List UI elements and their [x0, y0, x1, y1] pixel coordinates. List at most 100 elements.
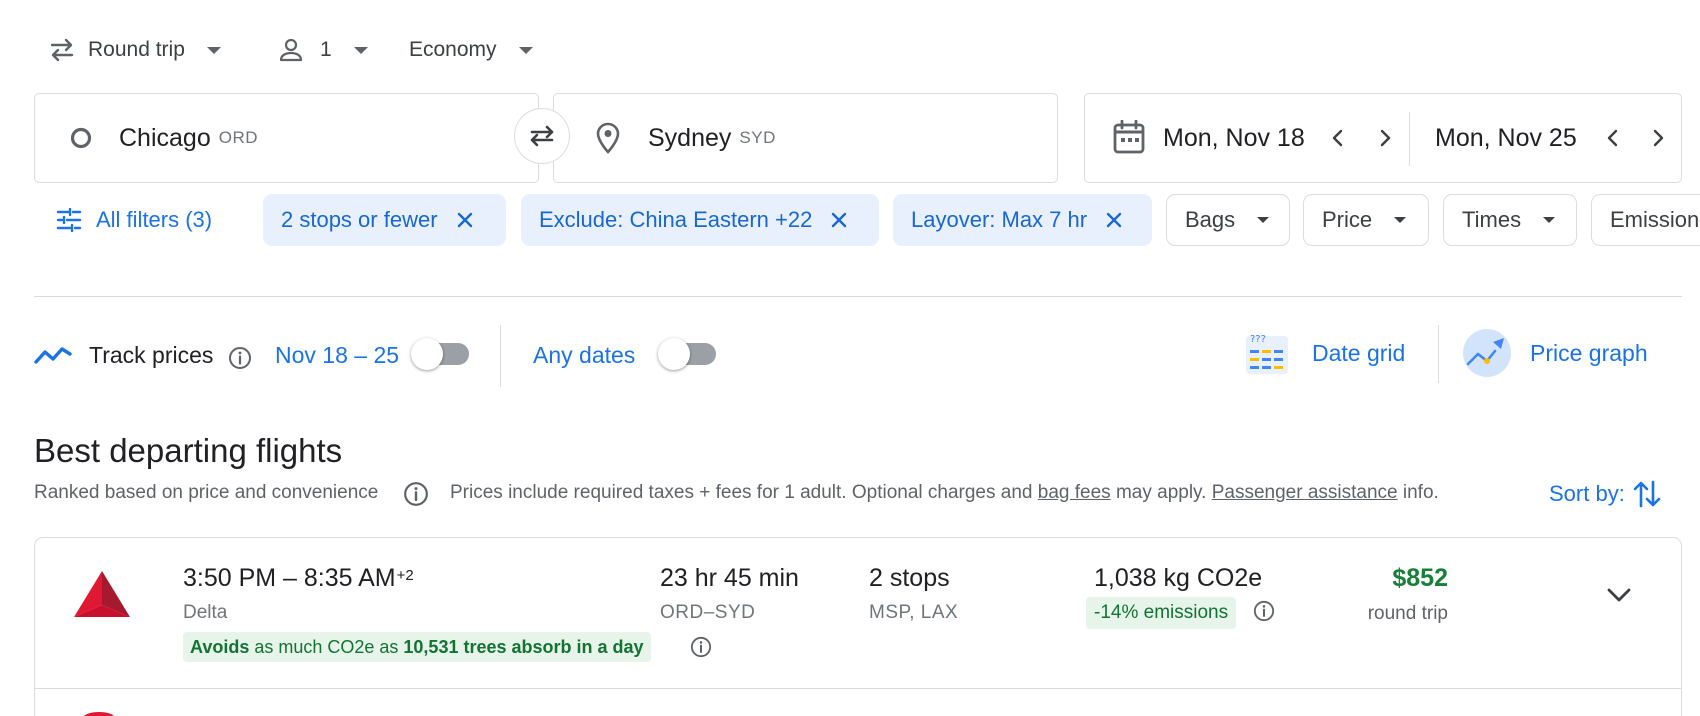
return-next-button[interactable] — [1648, 128, 1668, 148]
origin-code: ORD — [218, 128, 259, 147]
flight-times: 3:50 PM – 8:35 AM+2 — [183, 564, 414, 593]
expand-chevron-icon[interactable] — [1606, 587, 1632, 603]
filter-chip-label: Emissions — [1610, 207, 1700, 232]
filter-chip-label: 2 stops or fewer — [281, 207, 438, 232]
destination-code: SYD — [739, 128, 776, 147]
track-prices-label: Track prices — [89, 342, 214, 368]
any-dates-toggle[interactable] — [658, 338, 716, 370]
prices-note: Prices include required taxes + fees for… — [450, 482, 1439, 504]
chevron-right-icon — [1380, 129, 1391, 147]
flight-stops-via: MSP, LAX — [869, 602, 959, 623]
filter-chip-label: Bags — [1185, 207, 1236, 232]
passengers-select[interactable]: 1 — [278, 30, 368, 70]
swap-locations-button[interactable] — [514, 108, 570, 164]
date-grid-button[interactable]: ??? Date grid — [1244, 330, 1405, 376]
return-date: Mon, Nov 25 — [1435, 124, 1577, 152]
chevron-left-icon — [1607, 129, 1618, 147]
dates-divider — [1409, 112, 1410, 166]
track-dates: Nov 18 – 25 — [275, 342, 400, 368]
depart-date: Mon, Nov 18 — [1163, 124, 1305, 152]
filter-chip-stops[interactable]: 2 stops or fewer — [263, 194, 506, 246]
passenger-assistance-link[interactable]: Passenger assistance — [1212, 482, 1398, 503]
filter-chip-label: Layover: Max 7 hr — [911, 207, 1088, 232]
destination-field[interactable]: Sydney SYD — [553, 93, 1058, 183]
emissions-delta-badge: -14% emissions — [1086, 597, 1237, 629]
depart-prev-button[interactable] — [1328, 128, 1348, 148]
return-prev-button[interactable] — [1603, 128, 1623, 148]
close-icon[interactable] — [456, 211, 474, 229]
sort-arrows-icon — [1633, 480, 1661, 508]
prices-note-text: may apply. — [1115, 482, 1207, 503]
all-filters-button[interactable]: All filters (3) — [38, 194, 230, 246]
chevron-right-icon — [1653, 129, 1664, 147]
sort-by-button[interactable]: Sort by: — [1549, 478, 1663, 510]
track-divider — [500, 325, 501, 387]
location-pin-icon — [596, 122, 620, 154]
swap-arrows-icon — [50, 38, 74, 62]
chevron-down-icon — [1257, 217, 1270, 223]
toggle-knob — [411, 338, 443, 370]
filter-chip-label: Times — [1462, 207, 1522, 232]
tools-divider — [1438, 325, 1439, 383]
eco-badge: Avoids as much CO2e as 10,531 trees abso… — [183, 632, 651, 662]
section-divider — [34, 296, 1682, 297]
track-prices-toggle[interactable] — [411, 338, 469, 370]
filter-chip-price[interactable]: Price — [1303, 194, 1429, 246]
price-type: round trip — [1367, 603, 1448, 624]
trend-line-icon — [34, 347, 72, 364]
flight-time-range: 3:50 PM – 8:35 AM — [183, 564, 396, 592]
next-result-logo-peek — [84, 712, 114, 716]
eco-avoids: Avoids — [190, 636, 250, 657]
any-dates-label: Any dates — [533, 342, 636, 368]
card-row-divider — [34, 688, 1682, 689]
filter-chip-bags[interactable]: Bags — [1166, 194, 1290, 246]
chevron-left-icon — [1332, 129, 1343, 147]
prices-note-text: Prices include required taxes + fees for… — [450, 482, 1033, 503]
airline-name: Delta — [183, 602, 228, 623]
filter-chip-emissions[interactable]: Emissions — [1591, 194, 1700, 246]
ranked-note: Ranked based on price and convenience — [34, 482, 379, 503]
date-grid-icon: ??? — [1246, 334, 1288, 374]
filter-chip-layover[interactable]: Layover: Max 7 hr — [893, 194, 1152, 246]
price-graph-button[interactable]: Price graph — [1462, 328, 1648, 378]
trip-type-select[interactable]: Round trip — [48, 30, 221, 70]
close-icon[interactable] — [830, 211, 848, 229]
passengers-count: 1 — [320, 38, 332, 61]
origin-circle-icon — [70, 127, 92, 149]
dates-field[interactable]: Mon, Nov 18 Mon, Nov 25 — [1084, 93, 1682, 183]
cabin-class-label: Economy — [409, 38, 497, 61]
info-icon[interactable] — [228, 346, 252, 370]
chevron-down-icon — [206, 46, 221, 54]
price-graph-icon — [1463, 329, 1511, 377]
info-icon[interactable] — [403, 481, 429, 507]
cabin-class-select[interactable]: Economy — [409, 30, 533, 70]
filter-chip-times[interactable]: Times — [1443, 194, 1577, 246]
date-grid-label: Date grid — [1312, 339, 1406, 366]
info-icon[interactable] — [690, 636, 712, 658]
close-icon[interactable] — [1105, 211, 1123, 229]
filter-chip-label: Exclude: China Eastern +22 — [539, 207, 813, 232]
tune-icon — [56, 208, 82, 232]
toggle-knob — [658, 338, 690, 370]
all-filters-label: All filters (3) — [96, 207, 213, 232]
delta-logo-icon — [74, 571, 130, 617]
section-title: Best departing flights — [34, 432, 343, 469]
eco-trees: 10,531 trees absorb in a day — [403, 636, 644, 657]
depart-next-button[interactable] — [1375, 128, 1395, 148]
bag-fees-link[interactable]: bag fees — [1038, 482, 1111, 503]
flight-route: ORD–SYD — [660, 602, 756, 623]
flight-price: $852 — [1392, 564, 1448, 592]
destination-city: Sydney — [648, 123, 732, 152]
flight-emissions: 1,038 kg CO2e — [1094, 564, 1263, 592]
filter-chip-label: Price — [1322, 207, 1373, 232]
day-offset: +2 — [396, 566, 414, 584]
filter-chip-airlines[interactable]: Exclude: China Eastern +22 — [521, 194, 879, 246]
prices-note-text: info. — [1402, 482, 1439, 503]
flight-duration: 23 hr 45 min — [660, 564, 799, 592]
eco-mid: as much CO2e as — [254, 636, 399, 657]
person-icon — [279, 38, 303, 62]
price-graph-label: Price graph — [1530, 339, 1648, 366]
flight-stops: 2 stops — [869, 564, 950, 592]
info-icon[interactable] — [1253, 600, 1275, 622]
origin-field[interactable]: Chicago ORD — [34, 93, 539, 183]
